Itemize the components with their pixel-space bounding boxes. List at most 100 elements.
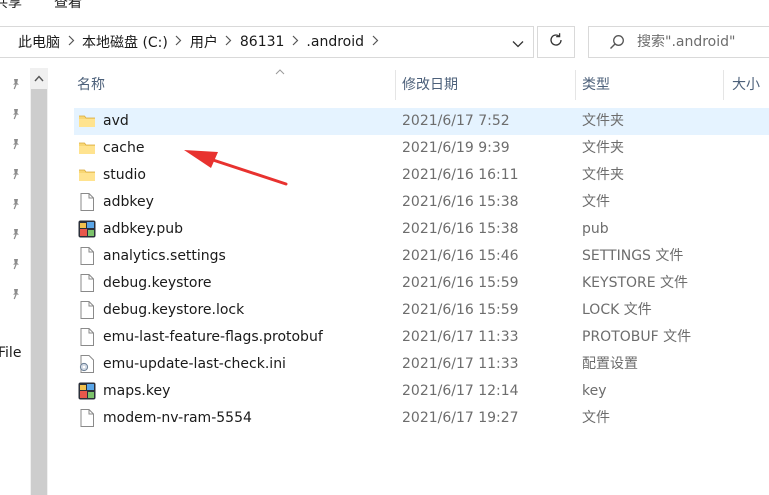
refresh-icon [548,32,564,52]
breadcrumb-chevron-icon[interactable] [218,35,240,49]
breadcrumb-users[interactable]: 用户 [190,32,218,52]
file-row[interactable]: debug.keystore 2021/6/16 15:59 KEYSTORE 文件 [74,270,769,297]
address-history-dropdown[interactable] [503,27,533,57]
scroll-up-button[interactable] [30,68,48,88]
pin-icon [9,77,23,91]
file-type: KEYSTORE 文件 [582,275,689,291]
file-type: 文件 [582,194,610,210]
file-type: pub [582,221,609,237]
pin-icon [9,257,23,271]
folder-icon [78,139,96,157]
file-modified-date: 2021/6/17 19:27 [402,410,519,426]
pin-icon [9,287,23,301]
file-icon [78,247,96,265]
file-name: adbkey.pub [103,221,183,237]
file-row[interactable]: maps.key 2021/6/17 12:14 key [74,378,769,405]
file-modified-date: 2021/6/16 16:11 [402,167,519,183]
annotation-arrow [184,150,288,186]
pin-icon [9,137,23,151]
column-header-type[interactable]: 类型 [582,68,610,102]
file-type: 文件夹 [582,140,624,156]
file-modified-date: 2021/6/19 9:39 [402,140,510,156]
search-box[interactable] [588,26,769,58]
breadcrumb-android[interactable]: .android [306,34,364,50]
breadcrumb-chevron-icon[interactable] [60,35,82,49]
address-bar[interactable]: 此电脑 本地磁盘 (C:) 用户 86131 .android [0,26,534,58]
column-divider[interactable] [723,70,724,100]
file-name: adbkey [103,194,154,210]
file-modified-date: 2021/6/16 15:59 [402,275,519,291]
file-row[interactable]: avd 2021/6/17 7:52 文件夹 [74,108,769,135]
file-modified-date: 2021/6/16 15:59 [402,302,519,318]
file-type: 文件夹 [582,113,624,129]
search-icon [609,34,625,50]
column-header-name[interactable]: 名称 [77,68,105,102]
pin-icon [9,107,23,121]
file-icon [78,328,96,346]
file-row[interactable]: debug.keystore.lock 2021/6/16 15:59 LOCK 文… [74,297,769,324]
folder-icon [78,112,96,130]
file-modified-date: 2021/6/17 11:33 [402,356,519,372]
ribbon-tab-view[interactable]: 查看 [54,0,82,12]
search-input[interactable] [637,34,769,50]
column-header-date[interactable]: 修改日期 [402,68,458,102]
file-type: SETTINGS 文件 [582,248,684,264]
file-icon [78,409,96,427]
chevron-up-icon [34,74,44,81]
file-name: analytics.settings [103,248,226,264]
file-name: emu-last-feature-flags.protobuf [103,329,323,345]
file-name: emu-update-last-check.ini [103,356,286,372]
settings-file-icon [78,355,96,373]
refresh-button[interactable] [537,26,575,58]
file-row[interactable]: emu-last-feature-flags.protobuf 2021/6/17… [74,324,769,351]
pin-icon [9,197,23,211]
file-type: 配置设置 [582,356,638,372]
address-row: 此电脑 本地磁盘 (C:) 用户 86131 .android [0,16,769,68]
file-modified-date: 2021/6/16 15:38 [402,221,519,237]
file-modified-date: 2021/6/17 12:14 [402,383,519,399]
pin-icon [9,167,23,181]
file-name: studio [103,167,146,183]
breadcrumb-this-pc[interactable]: 此电脑 [18,32,60,52]
file-row[interactable]: adbkey.pub 2021/6/16 15:38 pub [74,216,769,243]
image-app-icon [78,382,96,400]
file-name: debug.keystore.lock [103,302,245,318]
file-type: LOCK 文件 [582,302,652,318]
breadcrumb-chevron-icon[interactable] [364,35,386,49]
file-name: maps.key [103,383,171,399]
nav-pane-scrollbar[interactable] [30,68,48,495]
file-icon [78,301,96,319]
navigation-pane: File [0,68,30,495]
file-row[interactable]: emu-update-last-check.ini 2021/6/17 11:33… [74,351,769,378]
column-divider[interactable] [575,70,576,100]
nav-item-file[interactable]: File [0,345,21,361]
column-header-size[interactable]: 大小 [732,68,760,102]
file-modified-date: 2021/6/16 15:46 [402,248,519,264]
file-type: 文件夹 [582,167,624,183]
column-divider[interactable] [395,70,396,100]
file-icon [78,274,96,292]
file-name: avd [103,113,129,129]
file-name: modem-nv-ram-5554 [103,410,252,426]
ribbon-tab-share[interactable]: 共享 [0,0,22,12]
file-modified-date: 2021/6/16 15:38 [402,194,519,210]
breadcrumb-local-disk[interactable]: 本地磁盘 (C:) [82,32,168,52]
breadcrumb-chevron-icon[interactable] [284,35,306,49]
file-type: PROTOBUF 文件 [582,329,692,345]
file-icon [78,193,96,211]
sort-ascending-icon [274,68,286,76]
scrollbar-thumb[interactable] [31,89,47,495]
file-row[interactable]: analytics.settings 2021/6/16 15:46 SETTING… [74,243,769,270]
image-app-icon [78,220,96,238]
file-type: key [582,383,607,399]
breadcrumb-chevron-icon[interactable] [168,35,190,49]
breadcrumb-user-folder[interactable]: 86131 [240,34,285,50]
ribbon-strip: 共享 查看 [0,0,769,16]
file-modified-date: 2021/6/17 7:52 [402,113,510,129]
file-type: 文件 [582,410,610,426]
column-header-row: 名称 修改日期 类型 大小 [48,68,769,104]
folder-icon [78,166,96,184]
file-row[interactable]: modem-nv-ram-5554 2021/6/17 19:27 文件 [74,405,769,432]
file-name: debug.keystore [103,275,212,291]
pin-icon [9,227,23,241]
